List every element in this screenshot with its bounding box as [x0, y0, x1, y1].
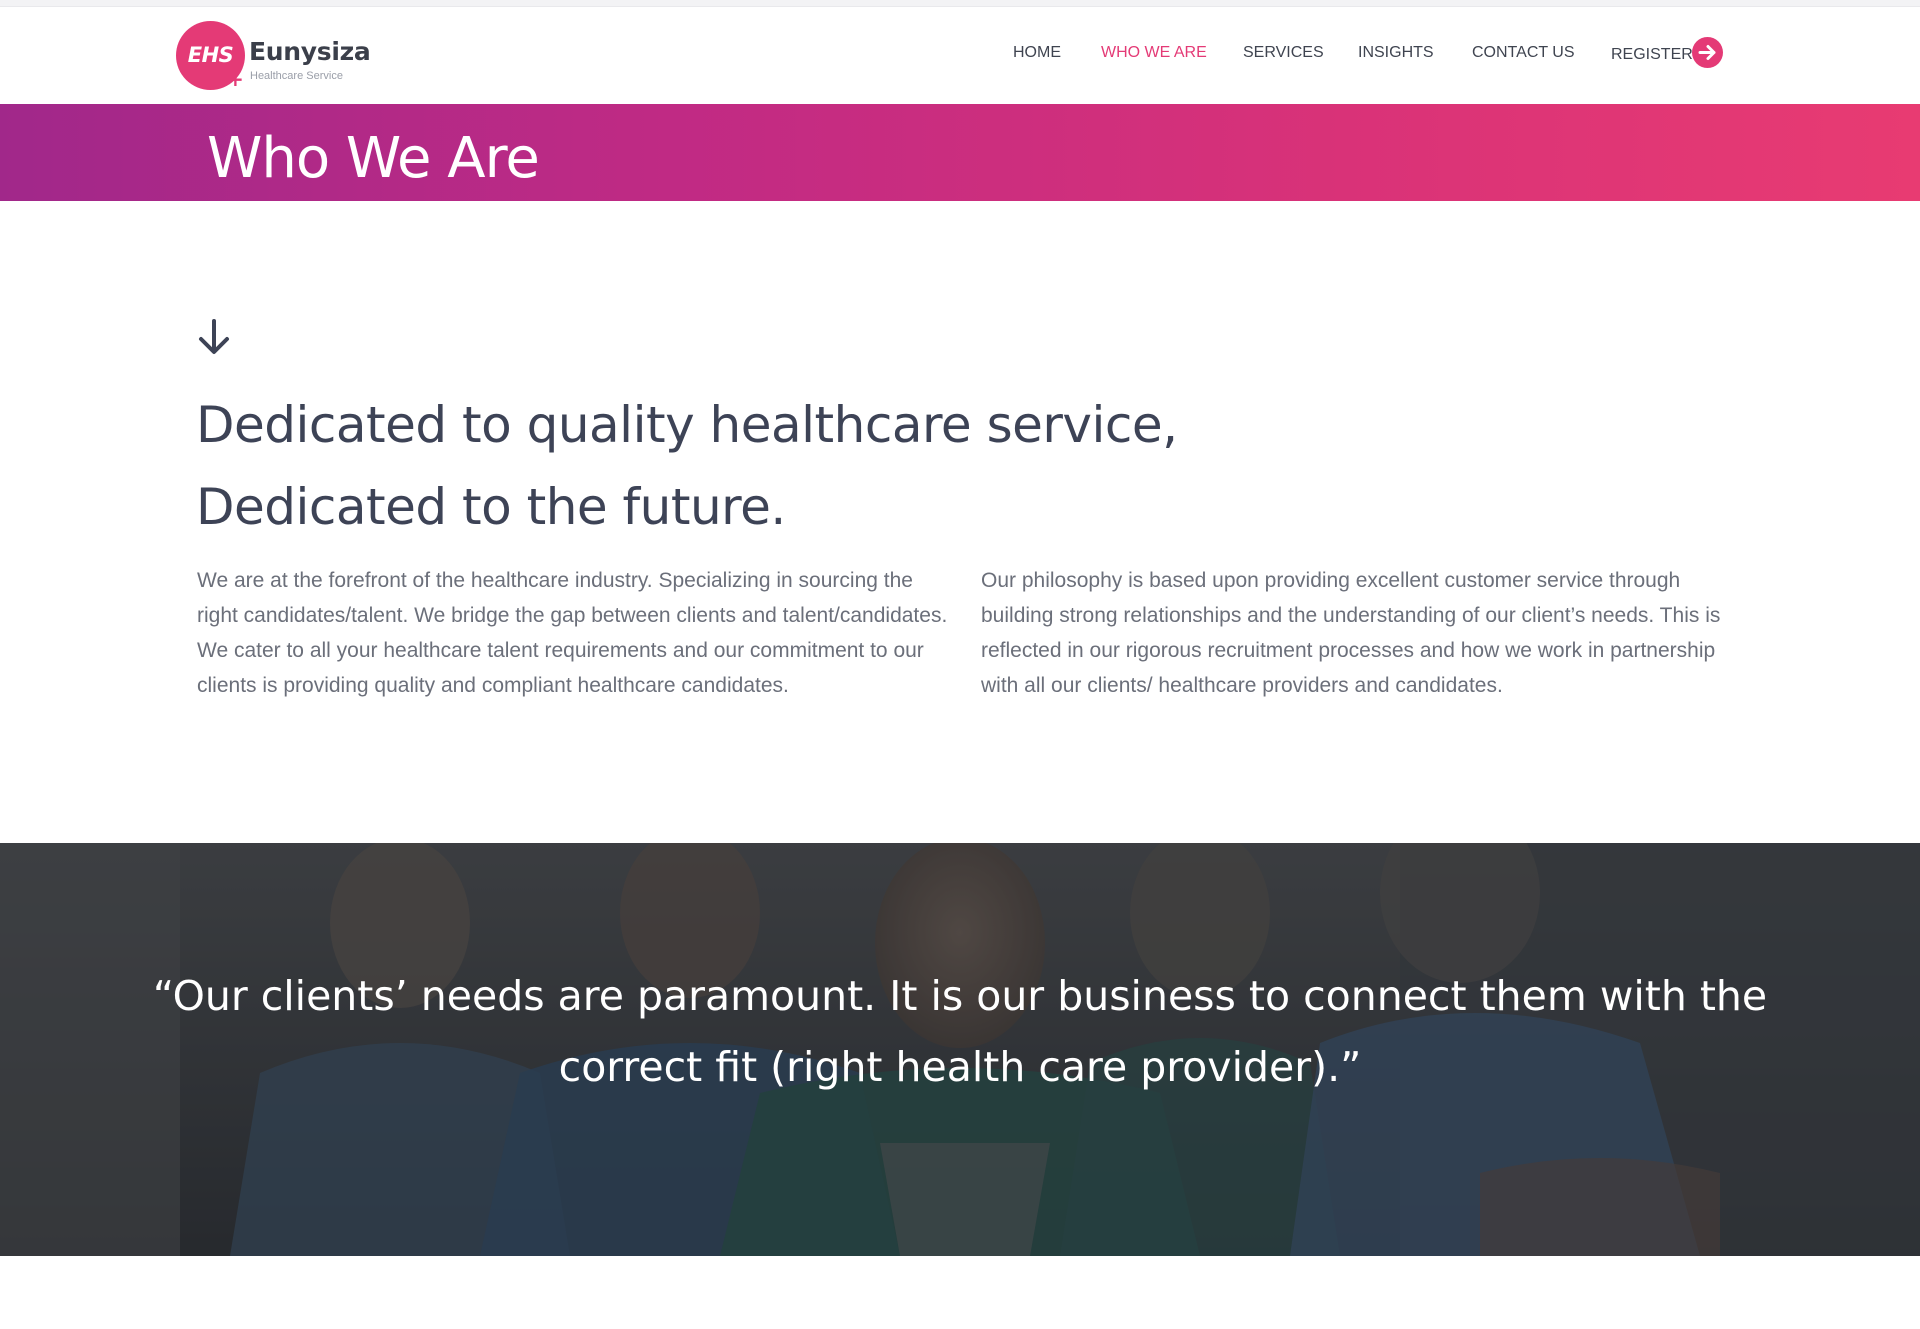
nav-who-we-are[interactable]: WHO WE ARE [1101, 44, 1207, 62]
quote-text: “Our clients’ needs are paramount. It is… [152, 972, 1768, 1091]
top-border [0, 0, 1920, 7]
intro-paragraph-right: Our philosophy is based upon providing e… [981, 569, 1721, 697]
page-title: Who We Are [207, 126, 540, 191]
brand-logo[interactable]: EHS + Eunysiza Healthcare Service [176, 21, 371, 91]
logo-mark: EHS [187, 43, 234, 67]
headline-line-2: Dedicated to the future. [196, 478, 786, 536]
quote-banner: “Our clients’ needs are paramount. It is… [0, 843, 1920, 1256]
nav-insights[interactable]: INSIGHTS [1358, 44, 1434, 62]
plus-icon: + [227, 67, 244, 91]
arrow-down-icon [196, 318, 232, 356]
site-header: EHS + Eunysiza Healthcare Service HOME W… [0, 7, 1920, 104]
register-label: REGISTER [1611, 46, 1693, 63]
brand-tagline: Healthcare Service [250, 70, 343, 82]
brand-name: Eunysiza [249, 37, 371, 66]
headline-line-1: Dedicated to quality healthcare service, [196, 396, 1178, 454]
intro-headline: Dedicated to quality healthcare service,… [196, 384, 1396, 548]
page-banner: Who We Are [0, 104, 1920, 201]
intro-paragraph-left: We are at the forefront of the healthcar… [197, 569, 948, 697]
nav-home[interactable]: HOME [1013, 44, 1061, 62]
nav-contact-us[interactable]: CONTACT US [1472, 44, 1575, 62]
nav-services[interactable]: SERVICES [1243, 44, 1324, 62]
arrow-right-circle-icon[interactable] [1692, 37, 1723, 68]
